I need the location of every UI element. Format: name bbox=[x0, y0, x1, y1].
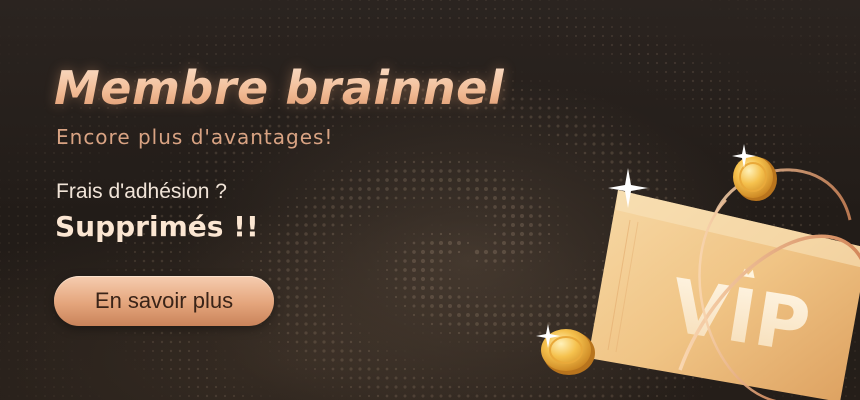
gold-coin-icon bbox=[733, 156, 777, 201]
fee-removed-highlight: Supprimés !! bbox=[55, 210, 259, 243]
membership-fee-question: Frais d'adhésion ? bbox=[56, 180, 227, 203]
learn-more-button[interactable]: En savoir plus bbox=[54, 276, 274, 326]
banner-title: Membre brainnel bbox=[54, 58, 504, 118]
banner-subtitle: Encore plus d'avantages! bbox=[56, 125, 334, 149]
vip-membership-banner: Membre brainnel Encore plus d'avantages!… bbox=[0, 0, 860, 400]
vip-card-illustration: VIP bbox=[536, 144, 860, 400]
